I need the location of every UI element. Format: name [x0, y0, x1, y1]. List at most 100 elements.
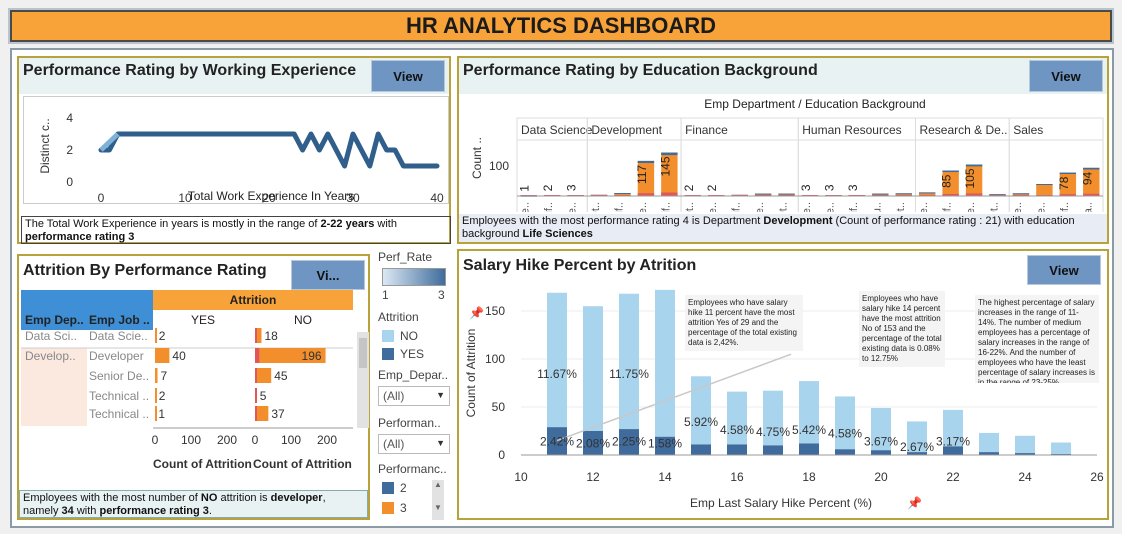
bar-rating-4 [1012, 193, 1030, 195]
bar-rating-4 [942, 170, 959, 173]
bar-yes [155, 348, 170, 363]
performance-dropdown[interactable]: (All) ▼ [378, 434, 450, 454]
bar-no-rating2 [255, 406, 257, 421]
bar-value-label: 3 [846, 184, 860, 191]
emp-dept-dropdown[interactable]: (All) ▼ [378, 386, 450, 406]
bar-rating-4 [872, 193, 889, 195]
legend-scrollbar[interactable]: ▲ ▼ [432, 480, 444, 520]
bar-value-label: 105 [963, 168, 977, 188]
row-header-job: Emp Job .. [89, 313, 150, 327]
legend-swatch-yes[interactable] [382, 348, 394, 360]
bar-value-label: 2 [705, 184, 719, 191]
x-tick-label: 200 [217, 433, 237, 447]
category-label: Lif.. [543, 202, 555, 212]
bar-value-label: 2 [682, 184, 696, 191]
x-tick-label: 40 [430, 191, 444, 204]
bar-yes [155, 388, 157, 403]
bar-rating-2 [661, 192, 678, 196]
legend-label-2: 2 [400, 481, 407, 495]
job-label: Senior De.. [89, 369, 149, 383]
percent-label: 4.58% [720, 423, 754, 437]
work-experience-caption: The Total Work Experience in years is mo… [21, 216, 451, 244]
bar-no [835, 396, 855, 450]
x-tick-label: 20 [874, 470, 888, 484]
bar-rating-4 [918, 192, 936, 194]
bar-rating-3 [1036, 184, 1053, 196]
view-button[interactable]: Vi... [291, 260, 365, 290]
x-tick-label: 0 [98, 191, 105, 204]
attrition-legend-title: Attrition [378, 310, 419, 324]
bar-no [979, 432, 999, 453]
caption-text: Employees with the most performance rati… [462, 215, 764, 227]
bar-value-label: 3 [822, 184, 836, 191]
category-label: Lif.. [613, 202, 625, 212]
column-header-no: NO [294, 313, 312, 327]
category-label: Te.. [801, 202, 813, 212]
percent-label: 2.67% [900, 440, 934, 454]
bar-no-label: 37 [271, 407, 285, 421]
caption-text: attrition is [217, 492, 271, 504]
y-tick-label: 0 [498, 448, 505, 462]
bar-rating-4 [965, 164, 983, 167]
bar-no-label: 5 [260, 389, 267, 403]
category-label: Lif.. [660, 202, 672, 212]
category-label: Te.. [707, 202, 719, 212]
caption-bold: 2-22 years [320, 218, 375, 230]
x-tick-label: 24 [1018, 470, 1032, 484]
x-tick-label: 200 [317, 433, 337, 447]
legend-swatch-3[interactable] [382, 502, 394, 514]
legend-swatch-2[interactable] [382, 482, 394, 494]
bar-yes [155, 368, 158, 383]
percent-label: 3.17% [936, 434, 970, 448]
bar-yes-label: 40 [172, 349, 186, 363]
caption-text: The Total Work Experience in years is mo… [25, 218, 321, 230]
view-button[interactable]: View [1027, 255, 1101, 285]
bar-yes-label: 1 [158, 407, 165, 421]
job-label: Developer [89, 349, 144, 363]
performance-filter-label: Performan.. [378, 416, 441, 430]
x-tick-label: 12 [586, 470, 600, 484]
scrollbar-thumb [359, 338, 367, 368]
x-tick-label: 100 [281, 433, 301, 447]
y-axis-label: Count of Attrition [464, 329, 478, 418]
category-label: Me.. [754, 202, 766, 212]
dropdown-value: (All) [383, 389, 405, 403]
bar-rating-4 [1083, 167, 1100, 170]
caption-bold: developer [270, 492, 323, 504]
bar-no [1015, 435, 1035, 454]
annotation-note2: Employees who have salary hike 14 percen… [859, 291, 945, 367]
bar-rating-4 [754, 193, 772, 195]
bar-rating-4 [1036, 184, 1053, 185]
caption-text: Employees with the most number of [23, 492, 201, 504]
bar-rating-4 [778, 193, 795, 195]
panel-title: Attrition By Performance Rating [23, 262, 267, 279]
y-axis-label: Count .. [470, 137, 484, 179]
panel-title: Performance Rating by Working Experience [23, 62, 357, 79]
category-label: Hu.. [871, 202, 883, 212]
percent-label: 11.75% [609, 367, 649, 381]
bar-no [583, 306, 603, 431]
bar-yes-label: 2 [159, 389, 166, 403]
percent-label: 4.75% [756, 425, 790, 439]
percent-label: 11.67% [537, 367, 577, 381]
x-tick-label: 26 [1090, 470, 1104, 484]
bar-rating-4 [661, 152, 678, 156]
category-label: Ot.. [684, 202, 696, 212]
x-tick-label: 10 [514, 470, 528, 484]
legend-swatch-no[interactable] [382, 330, 394, 342]
bar-value-label: 2 [541, 184, 555, 191]
performance-legend-title: Performanc.. [378, 462, 447, 476]
pin-icon: 📌 [469, 305, 484, 320]
view-button[interactable]: View [371, 60, 445, 92]
panel-attrition: Attrition By Performance Rating Vi... At… [17, 254, 370, 520]
bar-yes [835, 449, 855, 455]
bar-value-label: 145 [658, 156, 672, 176]
view-button[interactable]: View [1029, 60, 1103, 92]
caption-bold: Life Sciences [522, 228, 593, 240]
bar-no [619, 293, 639, 430]
annotation-note1: Employees who have salary hike 11 percen… [685, 295, 803, 351]
x-tick-label: 100 [181, 433, 201, 447]
annotation-text: Employees who have salary hike 11 percen… [685, 295, 803, 351]
x-tick-label: 22 [946, 470, 960, 484]
bar-yes-label: 2 [159, 329, 166, 343]
